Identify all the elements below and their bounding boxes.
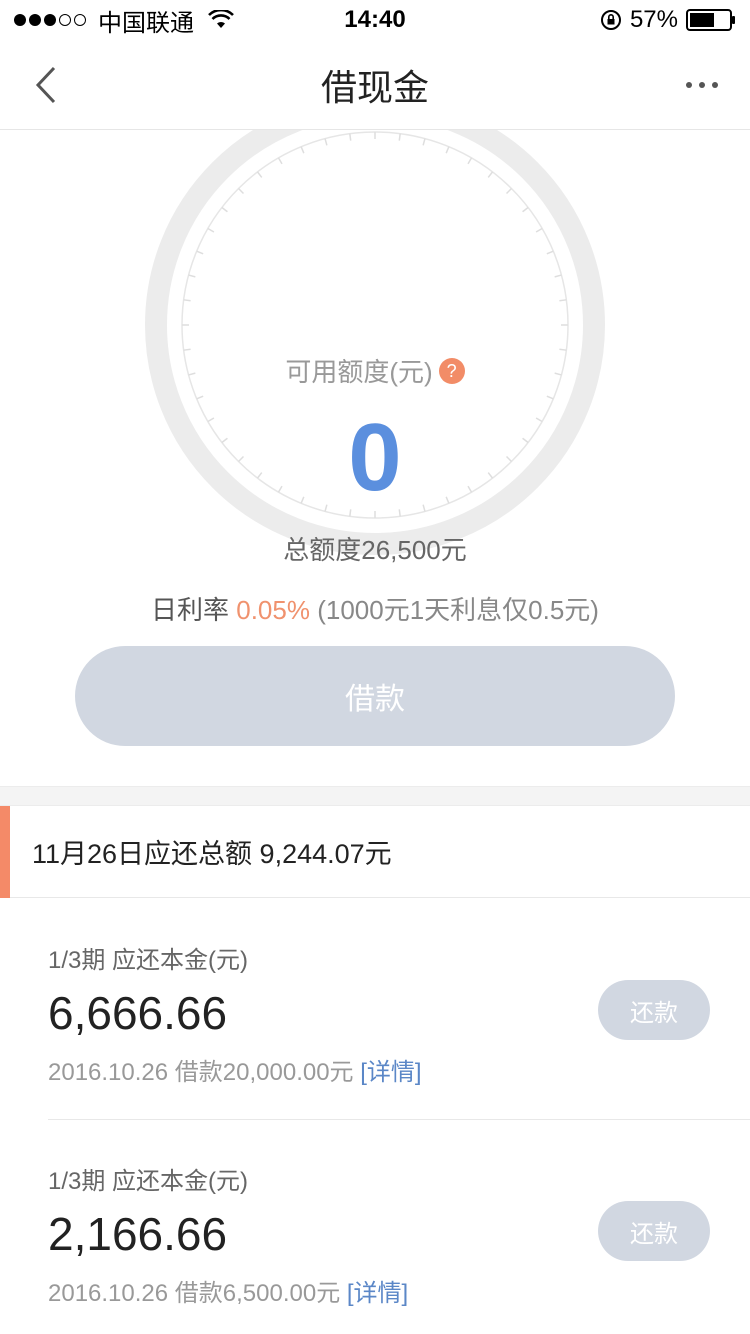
signal-strength-icon (14, 14, 86, 26)
rate-note: (1000元1天利息仅0.5元) (309, 595, 599, 625)
rate-label: 日利率 (151, 595, 237, 625)
loan-meta: 2016.10.26 借款20,000.00元 [详情] (48, 1052, 422, 1087)
ring-tick (196, 250, 204, 255)
ring-tick (256, 171, 263, 178)
due-summary-text: 11月26日应还总额 9,244.07元 (32, 839, 392, 869)
total-quota: 总额度26,500元 (283, 535, 467, 565)
available-credit-label-text: 可用额度(元) (285, 357, 433, 387)
more-options-button[interactable] (680, 70, 724, 100)
ring-tick (546, 395, 554, 400)
loan-item: 1/3期 应还本金(元) 6,666.66 2016.10.26 借款20,00… (0, 900, 750, 1120)
ring-tick (559, 348, 567, 351)
available-credit-amount: 0 (348, 404, 402, 511)
more-dot-icon (686, 82, 692, 88)
ring-tick (505, 187, 513, 195)
ring-tick (422, 138, 426, 146)
more-dot-icon (699, 82, 705, 88)
credit-ring-section: 可用额度(元)? 0 总额度26,500元 (0, 130, 750, 570)
ring-tick (522, 206, 529, 213)
loan-meta: 2016.10.26 借款6,500.00元 [详情] (48, 1273, 408, 1308)
rate-value: 0.05% (236, 595, 310, 625)
ring-tick (559, 299, 567, 302)
ring-tick (196, 395, 204, 400)
ring-tick (237, 187, 245, 195)
ring-tick (535, 227, 543, 233)
ring-tick (183, 348, 191, 351)
due-accent-bar (0, 806, 10, 898)
ring-tick (324, 138, 328, 146)
loan-period: 1/3期 应还本金(元) (48, 947, 249, 974)
section-divider (0, 786, 750, 806)
borrow-button[interactable]: 借款 (75, 646, 675, 746)
ring-tick (183, 299, 191, 302)
orientation-lock-icon (600, 10, 621, 30)
ring-tick (467, 157, 473, 165)
ring-tick (207, 227, 215, 233)
battery-percent: 57% (629, 6, 678, 33)
daily-rate-line: 日利率 0.05% (1000元1天利息仅0.5元) (0, 590, 750, 627)
status-left: 中国联通 (14, 3, 234, 38)
ring-tick (546, 250, 554, 255)
ring-tick (221, 206, 228, 213)
ring-tick (445, 146, 450, 154)
chevron-left-icon (35, 66, 56, 104)
ring-tick (349, 133, 352, 141)
ring-tick (188, 274, 196, 278)
detail-link[interactable]: [详情] (347, 1280, 408, 1307)
wifi-icon (208, 10, 234, 28)
repay-button[interactable]: 还款 (598, 980, 710, 1040)
loan-meta-text: 2016.10.26 借款6,500.00元 (48, 1280, 347, 1307)
status-bar: 中国联通 14:40 57% (0, 0, 750, 40)
repay-button[interactable]: 还款 (598, 1201, 710, 1261)
loan-period: 1/3期 应还本金(元) (48, 1168, 249, 1195)
more-dot-icon (712, 82, 718, 88)
status-right: 57% (600, 6, 736, 34)
page: 中国联通 14:40 57% 借现金 可用额度(元) ? 0 总额度26,500… (0, 0, 750, 1334)
available-credit-label: 可用额度(元)? (0, 352, 750, 389)
loan-amount: 6,666.66 (48, 987, 228, 1039)
help-icon[interactable]: ? (438, 358, 465, 384)
ring-tick (487, 171, 494, 178)
carrier-name: 中国联通 (98, 9, 194, 37)
ring-tick (277, 157, 283, 165)
ring-tick (300, 146, 305, 154)
nav-bar: 借现金 (0, 40, 750, 130)
ring-tick (398, 133, 401, 141)
list-divider (48, 1119, 750, 1120)
back-button[interactable] (26, 62, 66, 108)
loan-meta-text: 2016.10.26 借款20,000.00元 (48, 1059, 361, 1086)
page-title: 借现金 (320, 66, 429, 108)
battery-icon (686, 9, 735, 31)
loan-amount: 2,166.66 (48, 1208, 228, 1260)
detail-link[interactable]: [详情] (360, 1059, 421, 1086)
due-summary-header: 11月26日应还总额 9,244.07元 (0, 806, 750, 898)
loan-item: 1/3期 应还本金(元) 2,166.66 2016.10.26 借款6,500… (0, 1121, 750, 1334)
ring-tick (554, 274, 562, 278)
